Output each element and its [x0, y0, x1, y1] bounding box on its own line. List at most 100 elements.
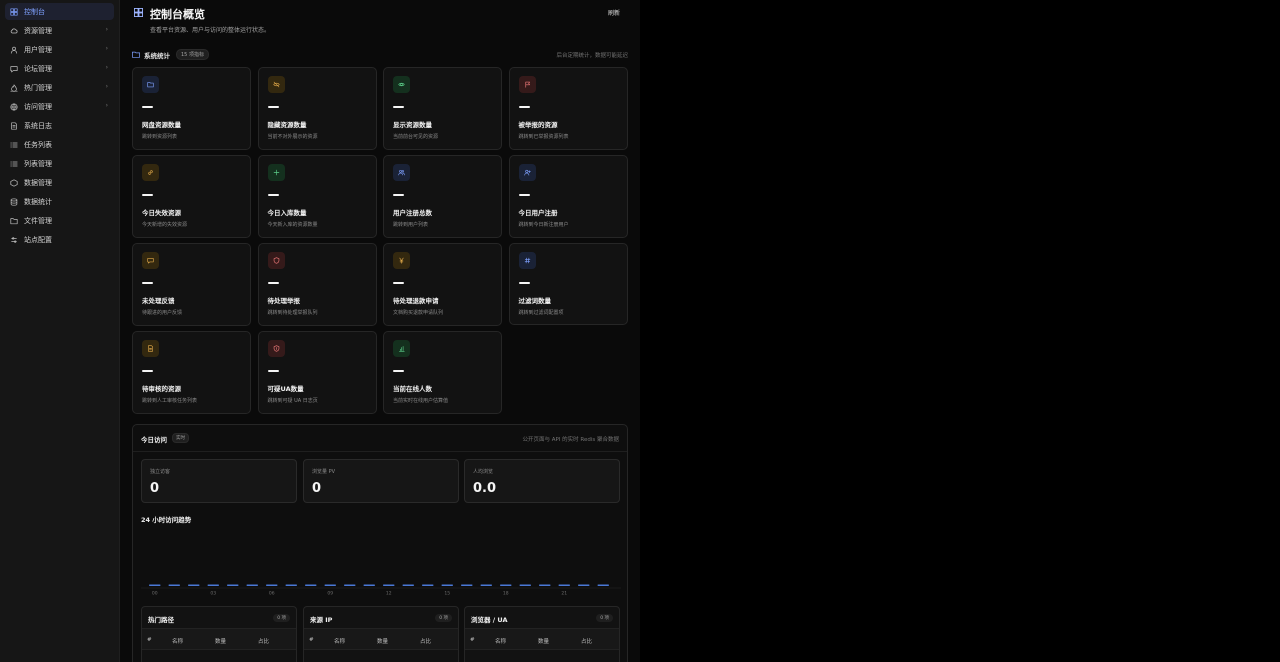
col-name[interactable]: 名称: [172, 637, 183, 645]
stat-card-desc: 当前前台可见的资源: [393, 134, 439, 140]
refresh-button[interactable]: 刷新: [608, 8, 620, 17]
trend-bar-14[interactable]: [422, 584, 434, 587]
plus-icon: [267, 164, 285, 181]
table-title: 来源 IP: [310, 616, 333, 624]
stat-card-14[interactable]: 当前在线人数 当前实时在线用户估算值: [383, 331, 502, 414]
sidebar-item-10[interactable]: 数据统计: [5, 193, 114, 210]
sidebar-item-0[interactable]: 控制台: [5, 3, 114, 20]
sidebar-item-5[interactable]: 访问管理 ›: [5, 98, 114, 115]
trend-bar-6[interactable]: [266, 584, 278, 587]
stat-card-1[interactable]: 隐藏资源数量 当前不对外展示的资源: [257, 67, 377, 150]
sidebar-item-4[interactable]: 热门管理 ›: [5, 79, 114, 96]
stat-card-5[interactable]: 今日入库数量 今天新入库的资源数量: [257, 155, 377, 238]
live-badge: 实时: [172, 433, 189, 443]
sidebar-item-label: 站点配置: [24, 235, 52, 244]
loading-placeholder: [518, 106, 530, 108]
sidebar-item-label: 系统日志: [24, 121, 52, 130]
stat-card-desc: 跳转到过滤词配置项: [518, 310, 564, 316]
col-name[interactable]: 名称: [334, 637, 345, 645]
sidebar-item-1[interactable]: 资源管理 ›: [5, 22, 114, 39]
trend-bar-7[interactable]: [285, 584, 298, 587]
col-count[interactable]: 数量: [377, 637, 388, 645]
message-icon: [142, 252, 159, 269]
col-ratio[interactable]: 占比: [420, 637, 431, 645]
col-name[interactable]: 名称: [495, 637, 506, 645]
stat-card-12[interactable]: 待审核的资源 跳转到人工审核任务列表: [132, 331, 251, 414]
table-browser-ua: 浏览器 / UA 0 项 # 名称 数量 占比: [464, 606, 620, 662]
trend-bar-4[interactable]: [227, 584, 239, 587]
metric-value: 0.0: [473, 481, 497, 496]
col-ratio[interactable]: 占比: [581, 637, 592, 645]
trend-bar-18[interactable]: [500, 584, 512, 587]
trend-bar-12[interactable]: [383, 584, 395, 587]
sidebar-item-3[interactable]: 论坛管理 ›: [5, 60, 114, 77]
metric-avg-views: 人均浏览 0.0: [464, 459, 620, 503]
stat-card-6[interactable]: 用户注册总数 跳转到用户列表: [383, 155, 502, 238]
stat-card-11[interactable]: 过滤词数量 跳转到过滤词配置项: [508, 243, 628, 325]
sidebar-item-11[interactable]: 文件管理: [5, 212, 114, 229]
page-subtitle: 查看平台资源、用户与访问的整体运行状态。: [150, 27, 271, 34]
trend-bar-1[interactable]: [168, 584, 181, 587]
col-index: #: [309, 637, 314, 643]
stat-card-8[interactable]: 未处理反馈 待跟进的用户反馈: [132, 243, 251, 326]
table-source-ip: 来源 IP 0 项 # 名称 数量 占比: [303, 606, 459, 662]
stat-card-title: 网盘资源数量: [142, 121, 181, 129]
col-index: #: [147, 637, 152, 643]
trend-bar-17[interactable]: [480, 584, 493, 587]
sidebar-item-label: 控制台: [24, 7, 45, 16]
stat-card-10[interactable]: 待处理退款申请 文档购买退款申请队列: [383, 243, 502, 326]
stat-card-desc: 跳转到可疑 UA 日志页: [267, 398, 318, 404]
stat-card-desc: 跳转到人工审核任务列表: [142, 398, 198, 404]
trend-bar-8[interactable]: [305, 584, 317, 587]
stat-card-title: 用户注册总数: [393, 209, 432, 217]
trend-bar-11[interactable]: [363, 584, 376, 587]
stat-card-desc: 跳转到待处理举报队列: [267, 310, 318, 316]
loading-placeholder: [393, 194, 404, 196]
loading-placeholder: [393, 370, 404, 372]
trend-bar-9[interactable]: [324, 584, 337, 587]
trend-bar-21[interactable]: [558, 584, 571, 587]
trend-bar-0[interactable]: [149, 584, 161, 587]
stat-card-13[interactable]: 可疑UA数量 跳转到可疑 UA 日志页: [257, 331, 377, 414]
sidebar-item-label: 论坛管理: [24, 64, 52, 73]
col-count[interactable]: 数量: [538, 637, 549, 645]
sidebar-item-label: 任务列表: [24, 140, 52, 149]
trend-bar-15[interactable]: [441, 584, 454, 587]
stat-card-4[interactable]: 今日失效资源 今天新增的失效资源: [132, 155, 251, 238]
trend-bar-19[interactable]: [519, 584, 532, 587]
chevron-right-icon: ›: [105, 64, 108, 71]
sidebar-item-9[interactable]: 数据管理: [5, 174, 114, 191]
stat-card-7[interactable]: 今日用户注册 跳转到今日新注册用户: [508, 155, 628, 238]
sidebar-item-7[interactable]: 任务列表: [5, 136, 114, 153]
col-ratio[interactable]: 占比: [258, 637, 269, 645]
table-title: 热门路径: [148, 616, 174, 624]
trend-tick-label: 09: [327, 591, 333, 597]
trend-bar-22[interactable]: [578, 584, 590, 587]
stat-card-3[interactable]: 被举报的资源 跳转到已举报资源列表: [508, 67, 628, 150]
sidebar-item-12[interactable]: 站点配置: [5, 231, 114, 248]
stat-card-2[interactable]: 显示资源数量 当前前台可见的资源: [383, 67, 502, 150]
sidebar-item-2[interactable]: 用户管理 ›: [5, 41, 114, 58]
metric-label: 人均浏览: [473, 469, 494, 475]
trend-bar-10[interactable]: [344, 584, 356, 587]
stat-card-title: 今日入库数量: [267, 209, 307, 217]
sidebar-item-8[interactable]: 列表管理: [5, 155, 114, 172]
stat-card-9[interactable]: 待处理举报 跳转到待处理举报队列: [257, 243, 377, 326]
sidebar-item-label: 数据管理: [24, 178, 52, 187]
stat-card-0[interactable]: 网盘资源数量 跳转到资源列表: [132, 67, 251, 150]
trend-bar-16[interactable]: [461, 584, 473, 587]
trend-bar-3[interactable]: [207, 584, 220, 587]
trend-tick-label: 03: [210, 591, 216, 597]
sidebar-item-6[interactable]: 系统日志: [5, 117, 114, 134]
trend-bar-2[interactable]: [188, 584, 200, 587]
col-count[interactable]: 数量: [215, 637, 226, 645]
divider: [133, 451, 627, 452]
table-top-paths: 热门路径 0 项 # 名称 数量 占比: [141, 606, 297, 662]
trend-bar-5[interactable]: [246, 584, 259, 587]
today-visits-title: 今日访问: [141, 436, 167, 444]
metric-unique-visitors: 独立访客 0: [141, 459, 297, 503]
stat-card-desc: 当前不对外展示的资源: [267, 134, 318, 140]
trend-bar-23[interactable]: [597, 584, 610, 587]
trend-bar-20[interactable]: [539, 584, 551, 587]
trend-bar-13[interactable]: [402, 584, 415, 587]
